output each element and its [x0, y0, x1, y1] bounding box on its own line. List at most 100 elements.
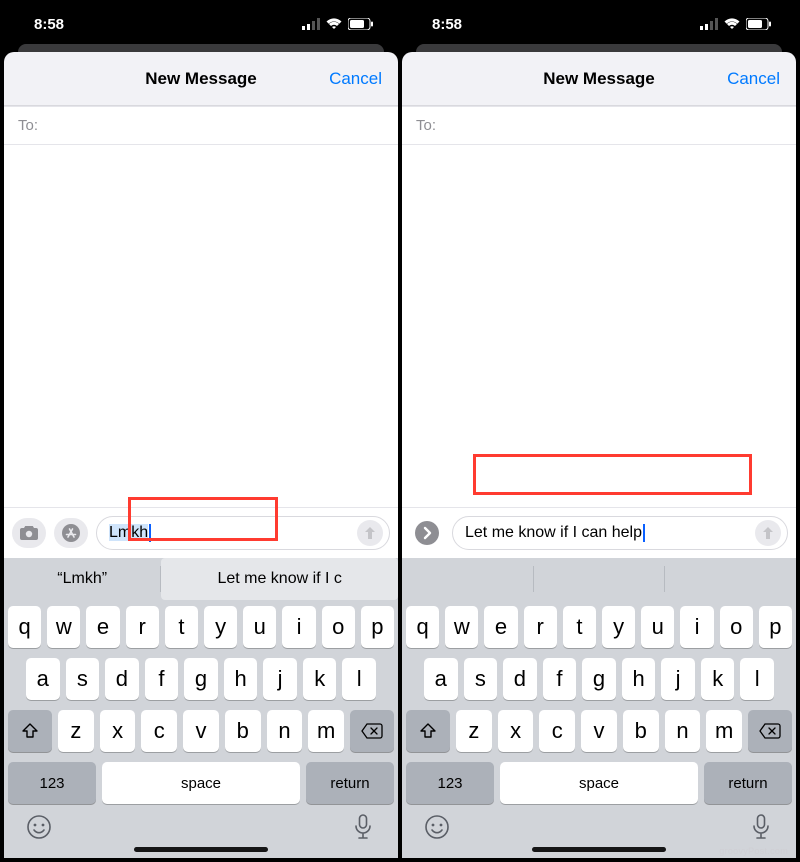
- key-o[interactable]: o: [720, 606, 753, 648]
- numbers-key[interactable]: 123: [406, 762, 494, 804]
- key-m[interactable]: m: [706, 710, 742, 752]
- cancel-button[interactable]: Cancel: [329, 52, 382, 105]
- camera-button[interactable]: [12, 518, 46, 548]
- prediction-suggestion[interactable]: Let me know if I c: [161, 558, 398, 600]
- delete-key[interactable]: [350, 710, 394, 752]
- key-w[interactable]: w: [445, 606, 478, 648]
- send-button[interactable]: [357, 520, 383, 546]
- status-time: 8:58: [34, 16, 64, 33]
- key-v[interactable]: v: [581, 710, 617, 752]
- key-m[interactable]: m: [308, 710, 344, 752]
- delete-key[interactable]: [748, 710, 792, 752]
- key-y[interactable]: y: [204, 606, 237, 648]
- key-t[interactable]: t: [165, 606, 198, 648]
- key-y[interactable]: y: [602, 606, 635, 648]
- key-f[interactable]: f: [145, 658, 179, 700]
- key-e[interactable]: e: [484, 606, 517, 648]
- prediction-slot-3[interactable]: [665, 558, 796, 600]
- shift-icon: [21, 722, 39, 740]
- message-input[interactable]: Let me know if I can help: [452, 516, 788, 550]
- prediction-asis[interactable]: “Lmkh”: [4, 558, 160, 600]
- key-k[interactable]: k: [303, 658, 337, 700]
- emoji-button[interactable]: [24, 812, 54, 842]
- status-bar: 8:58: [402, 4, 796, 44]
- key-d[interactable]: d: [503, 658, 537, 700]
- appstore-icon: [61, 523, 81, 543]
- key-b[interactable]: b: [225, 710, 261, 752]
- prediction-slot-1[interactable]: [402, 558, 533, 600]
- key-s[interactable]: s: [464, 658, 498, 700]
- key-p[interactable]: p: [361, 606, 394, 648]
- key-c[interactable]: c: [539, 710, 575, 752]
- cellular-icon: [700, 18, 718, 30]
- home-indicator[interactable]: [134, 847, 268, 852]
- key-h[interactable]: h: [622, 658, 656, 700]
- cancel-button[interactable]: Cancel: [727, 52, 780, 105]
- key-n[interactable]: n: [267, 710, 303, 752]
- key-t[interactable]: t: [563, 606, 596, 648]
- key-s[interactable]: s: [66, 658, 100, 700]
- key-u[interactable]: u: [243, 606, 276, 648]
- apps-button[interactable]: [54, 518, 88, 548]
- key-h[interactable]: h: [224, 658, 258, 700]
- key-j[interactable]: j: [263, 658, 297, 700]
- shift-key[interactable]: [406, 710, 450, 752]
- to-field[interactable]: To:: [402, 106, 796, 145]
- key-o[interactable]: o: [322, 606, 355, 648]
- page-title: New Message: [543, 69, 655, 89]
- key-j[interactable]: j: [661, 658, 695, 700]
- key-q[interactable]: q: [8, 606, 41, 648]
- wifi-icon: [326, 18, 342, 30]
- conversation-area: [402, 145, 796, 507]
- key-q[interactable]: q: [406, 606, 439, 648]
- key-g[interactable]: g: [184, 658, 218, 700]
- key-c[interactable]: c: [141, 710, 177, 752]
- key-a[interactable]: a: [424, 658, 458, 700]
- key-e[interactable]: e: [86, 606, 119, 648]
- mic-icon: [353, 814, 373, 840]
- key-i[interactable]: i: [282, 606, 315, 648]
- predictive-bar: [402, 558, 796, 600]
- key-v[interactable]: v: [183, 710, 219, 752]
- home-indicator[interactable]: [532, 847, 666, 852]
- key-k[interactable]: k: [701, 658, 735, 700]
- key-x[interactable]: x: [100, 710, 136, 752]
- key-n[interactable]: n: [665, 710, 701, 752]
- key-g[interactable]: g: [582, 658, 616, 700]
- key-d[interactable]: d: [105, 658, 139, 700]
- key-p[interactable]: p: [759, 606, 792, 648]
- expand-button[interactable]: [410, 518, 444, 548]
- key-a[interactable]: a: [26, 658, 60, 700]
- key-z[interactable]: z: [58, 710, 94, 752]
- delete-icon: [361, 723, 383, 739]
- send-button[interactable]: [755, 520, 781, 546]
- prediction-slot-2[interactable]: [534, 558, 665, 600]
- key-l[interactable]: l: [740, 658, 774, 700]
- dictation-button[interactable]: [746, 812, 776, 842]
- key-r[interactable]: r: [524, 606, 557, 648]
- emoji-button[interactable]: [422, 812, 452, 842]
- return-key[interactable]: return: [704, 762, 792, 804]
- key-u[interactable]: u: [641, 606, 674, 648]
- key-x[interactable]: x: [498, 710, 534, 752]
- shift-key[interactable]: [8, 710, 52, 752]
- watermark: groovyPost.com: [719, 846, 788, 856]
- return-key[interactable]: return: [306, 762, 394, 804]
- key-i[interactable]: i: [680, 606, 713, 648]
- key-r[interactable]: r: [126, 606, 159, 648]
- compose-bar: Let me know if I can help: [402, 507, 796, 558]
- key-row-3: z x c v b n m: [8, 710, 394, 752]
- to-field[interactable]: To:: [4, 106, 398, 145]
- dictation-button[interactable]: [348, 812, 378, 842]
- text-cursor: [149, 524, 151, 542]
- space-key[interactable]: space: [102, 762, 300, 804]
- key-b[interactable]: b: [623, 710, 659, 752]
- numbers-key[interactable]: 123: [8, 762, 96, 804]
- message-input[interactable]: Lmkh: [96, 516, 390, 550]
- key-z[interactable]: z: [456, 710, 492, 752]
- key-f[interactable]: f: [543, 658, 577, 700]
- key-w[interactable]: w: [47, 606, 80, 648]
- key-l[interactable]: l: [342, 658, 376, 700]
- nav-bar: New Message Cancel: [402, 52, 796, 106]
- space-key[interactable]: space: [500, 762, 698, 804]
